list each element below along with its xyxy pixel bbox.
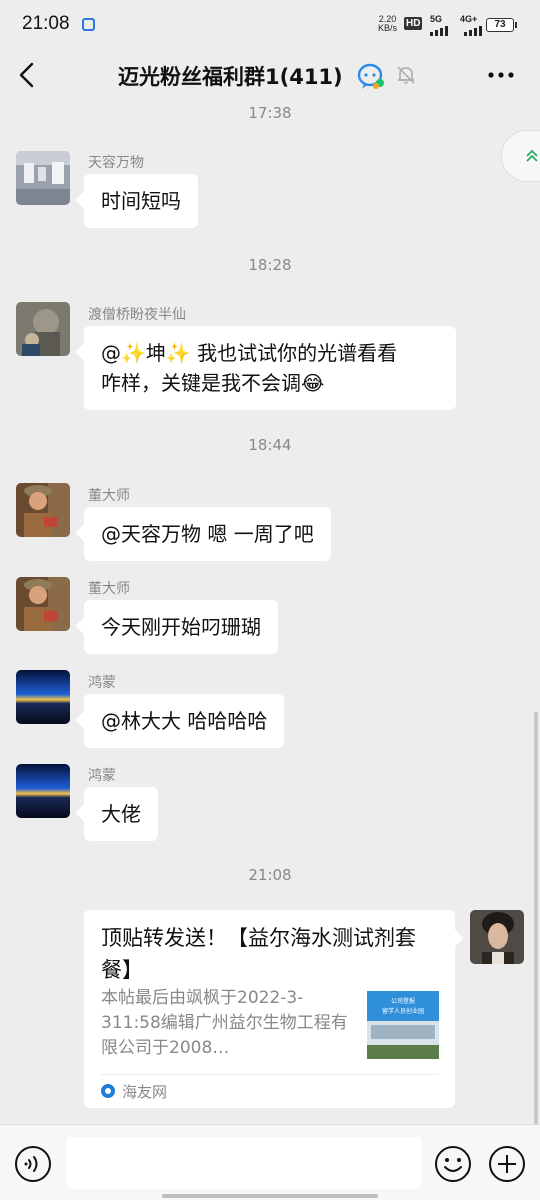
sender-name: 天容万物	[88, 155, 144, 171]
avatar[interactable]	[16, 483, 70, 537]
network-speed-unit: KB/s	[378, 23, 398, 33]
battery-icon: 73	[486, 18, 517, 32]
chat-title[interactable]: 迈光粉丝福利群1(411)	[118, 61, 343, 91]
link-card-source: 海友网	[122, 1083, 168, 1101]
link-card-title: 顶贴转发送！【益尔海水测试剂套餐】	[101, 926, 416, 982]
avatar[interactable]	[16, 151, 70, 205]
message-bubble[interactable]: 时间短吗	[84, 174, 198, 228]
sim2-signal-icon	[464, 22, 482, 36]
thumbnail-text: 留学人员创业园	[382, 1007, 424, 1015]
voice-input-icon[interactable]	[14, 1145, 52, 1183]
assistant-bubble-icon[interactable]	[356, 62, 386, 90]
mention-name: 坤	[145, 341, 166, 365]
message-bubble[interactable]: @✨坤✨ 我也试试你的光谱看看 咋样，关键是我不会调😂	[84, 326, 456, 410]
message-bubble[interactable]: 大佬	[84, 787, 158, 841]
laughing-crying-emoji-icon: 😂	[301, 371, 325, 395]
status-bar: 21:08 2.20 KB/s HD 5G 4G+ 73	[0, 0, 540, 50]
link-card-thumbnail: 公司登报 留学人员创业园	[367, 991, 439, 1059]
divider	[101, 1074, 438, 1075]
thumbnail-text: 公司登报	[391, 997, 415, 1005]
more-options-icon[interactable]	[484, 62, 518, 88]
double-chevron-up-icon	[526, 149, 538, 162]
sparkles-icon: ✨	[165, 341, 191, 365]
message-timestamp: 18:44	[248, 436, 292, 454]
chat-header: 迈光粉丝福利群1(411)	[0, 50, 540, 100]
message-input[interactable]	[66, 1137, 422, 1189]
message-bubble[interactable]: 今天刚开始叼珊瑚	[84, 600, 278, 654]
message-text: @	[101, 341, 121, 365]
message-bubble[interactable]: @林大大 哈哈哈哈	[84, 694, 285, 748]
network-speed: 2.20 KB/s	[378, 15, 397, 33]
hd-icon: HD	[404, 17, 423, 30]
my-avatar[interactable]	[470, 910, 524, 964]
home-indicator[interactable]	[162, 1194, 378, 1198]
status-time: 21:08	[22, 13, 70, 34]
add-attachment-icon[interactable]	[488, 1145, 526, 1183]
back-arrow-icon[interactable]	[14, 60, 44, 90]
sparkles-icon: ✨	[121, 341, 146, 365]
message-timestamp: 17:38	[248, 104, 292, 122]
avatar[interactable]	[16, 577, 70, 631]
scroll-up-button[interactable]	[501, 130, 540, 182]
emoji-icon[interactable]	[434, 1145, 472, 1183]
sender-name: 渡僧桥盼夜半仙	[88, 307, 186, 323]
message-timestamp: 21:08	[248, 866, 292, 884]
source-site-icon	[101, 1084, 115, 1098]
scrollbar[interactable]	[534, 712, 538, 1126]
avatar[interactable]	[16, 670, 70, 724]
link-card-description: 本帖最后由飒枫于2022-3-311:58编辑广州益尔生物工程有限公司于2008…	[101, 988, 348, 1058]
sender-name: 董大师	[88, 581, 130, 597]
avatar[interactable]	[16, 764, 70, 818]
sender-name: 鸿蒙	[88, 675, 116, 691]
message-text: 咋样，关键是我不会调	[101, 371, 301, 395]
mute-bell-icon	[397, 66, 415, 84]
app-notification-icon	[82, 18, 95, 31]
sender-name: 董大师	[88, 488, 130, 504]
link-card[interactable]: 顶贴转发送！【益尔海水测试剂套餐】 本帖最后由飒枫于2022-3-311:58编…	[84, 910, 455, 1108]
message-text: 我也试试你的光谱看看	[190, 341, 398, 365]
sim1-signal-icon	[430, 22, 448, 36]
message-bubble[interactable]: @天容万物 嗯 一周了吧	[84, 507, 331, 561]
input-bar	[0, 1124, 540, 1200]
sender-name: 鸿蒙	[88, 768, 116, 784]
avatar[interactable]	[16, 302, 70, 356]
message-timestamp: 18:28	[248, 256, 292, 274]
